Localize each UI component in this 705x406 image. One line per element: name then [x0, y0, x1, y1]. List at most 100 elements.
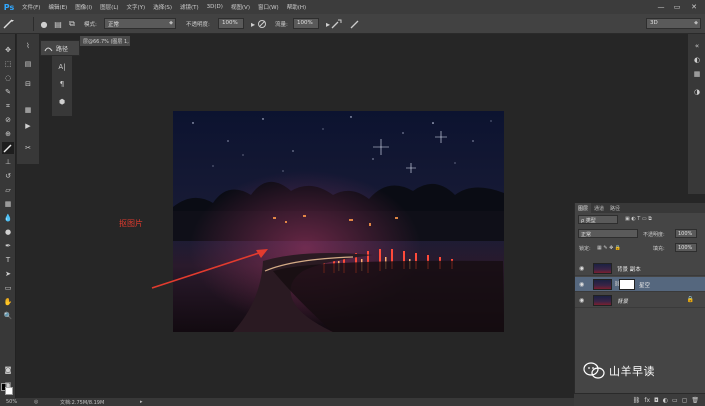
eyedropper-tool-icon[interactable]: ⊘	[2, 114, 14, 126]
menu-view[interactable]: 视图(V)	[227, 3, 254, 11]
menu-filter[interactable]: 滤镜(T)	[176, 3, 203, 11]
color-panel-icon[interactable]: ◐	[691, 54, 703, 66]
swatches-panel-icon[interactable]: ▦	[691, 68, 703, 80]
mode-select[interactable]: 正常 ◆	[104, 18, 176, 29]
options-bar: ● ▤ ⧉ 模式: 正常 ◆ 不透明度: 100% ▸ 流量: 100% ▸ 3D…	[0, 14, 705, 34]
filter-icons[interactable]: ▣ ◐ T ▭ ⧉	[625, 216, 652, 222]
workspace-select[interactable]: 3D ◆	[646, 18, 701, 29]
zoom-level[interactable]: 50%	[6, 399, 17, 405]
menu-layer[interactable]: 图层(L)	[96, 3, 122, 11]
dodge-tool-icon[interactable]: ●	[2, 226, 14, 238]
opacity-field[interactable]: 100%	[218, 18, 244, 29]
layers-panel-footer: ⛓ fx ◘ ◐ ▭ ▢ 🗑	[574, 393, 705, 406]
document-tab[interactable]: 层@66.7% (图层 1, RGB/8) *	[80, 36, 130, 46]
flow-field[interactable]: 100%	[293, 18, 319, 29]
new-layer-icon[interactable]: ▢	[682, 397, 688, 404]
link-layers-icon[interactable]: ⛓	[633, 397, 641, 404]
hand-tool-icon[interactable]: ✋	[2, 296, 14, 308]
collapse-panels-icon[interactable]: «	[691, 40, 703, 52]
paragraph-panel-icon[interactable]: ¶	[55, 78, 69, 90]
add-mask-icon[interactable]: ◘	[654, 397, 659, 404]
clone-stamp-tool-icon[interactable]: ⊥	[2, 156, 14, 168]
fill-field[interactable]: 100%	[675, 243, 697, 252]
layer-row[interactable]: ◉ 背景 🔒	[575, 293, 705, 308]
layer-opacity-label: 不透明度:	[643, 232, 665, 238]
crop-tool-icon[interactable]: ⌗	[2, 100, 14, 112]
brush-size-icon[interactable]: ●	[38, 18, 50, 30]
tab-layers[interactable]: 图层	[575, 203, 592, 213]
layer-mask-thumbnail[interactable]	[619, 279, 635, 290]
blur-tool-icon[interactable]: 💧	[2, 212, 14, 224]
gradient-tool-icon[interactable]: ▦	[2, 198, 14, 210]
visibility-eye-icon[interactable]: ◉	[579, 281, 584, 288]
menu-file[interactable]: 文件(F)	[18, 3, 44, 11]
layer-opacity-field[interactable]: 100%	[675, 229, 697, 238]
lock-icons[interactable]: ▦ ✎ ✥ 🔒	[597, 245, 621, 251]
new-group-icon[interactable]: ▭	[672, 397, 678, 404]
3d-panel-icon[interactable]: ⬢	[55, 96, 69, 108]
visibility-eye-icon[interactable]: ◉	[579, 297, 584, 304]
clone-source-panel-icon[interactable]: ⊟	[21, 78, 35, 90]
brush-presets-icon[interactable]: ⌇	[21, 40, 35, 52]
photoshop-logo: Ps	[3, 2, 15, 12]
eraser-tool-icon[interactable]: ▱	[2, 184, 14, 196]
character-panel-icon[interactable]: A|	[55, 61, 69, 73]
pressure-size-icon[interactable]	[349, 18, 361, 30]
layer-filter-select[interactable]: ρ 类型	[578, 215, 618, 224]
tool-presets-icon[interactable]: ✂	[21, 142, 35, 154]
brush-tool-icon[interactable]	[2, 142, 14, 154]
menu-select[interactable]: 选择(S)	[149, 3, 176, 11]
history-brush-tool-icon[interactable]: ↺	[2, 170, 14, 182]
character-panel-strip: A| ¶ ⬢	[52, 56, 72, 116]
quick-select-tool-icon[interactable]: ✎	[2, 86, 14, 98]
quick-mask-icon[interactable]: ◙	[2, 364, 14, 376]
paths-panel-button[interactable]: 路径	[40, 40, 80, 56]
brush-settings-icon[interactable]: ▤	[21, 58, 35, 70]
menu-image[interactable]: 图像(I)	[71, 3, 96, 11]
blend-mode-select[interactable]: 正常	[578, 229, 638, 238]
tab-channels[interactable]: 通道	[591, 203, 607, 213]
menu-3d[interactable]: 3D(D)	[203, 4, 227, 10]
right-panel-dock: « ◐ ▦ ◑	[688, 34, 705, 194]
menu-edit[interactable]: 编辑(E)	[44, 3, 71, 11]
screen-mode-icon[interactable]: ▣	[2, 379, 14, 391]
actions-panel-icon[interactable]: ▶	[21, 120, 35, 132]
close-button[interactable]: ✕	[689, 2, 699, 11]
layer-thumbnail	[593, 295, 612, 306]
lasso-tool-icon[interactable]: ◌	[2, 72, 14, 84]
brush-panel-icon[interactable]: ▤	[52, 18, 64, 30]
zoom-tool-icon[interactable]: 🔍	[2, 310, 14, 322]
tab-paths[interactable]: 路径	[607, 203, 623, 213]
menu-bar: Ps 文件(F) 编辑(E) 图像(I) 图层(L) 文字(Y) 选择(S) 滤…	[0, 0, 705, 14]
visibility-eye-icon[interactable]: ◉	[579, 265, 584, 272]
mode-label: 模式:	[84, 22, 97, 28]
layer-row-selected[interactable]: ◉ ⛓ 星空	[575, 277, 705, 292]
adjustments-panel-icon[interactable]: ◑	[691, 86, 703, 98]
history-panel-icon[interactable]: ▦	[21, 104, 35, 116]
shape-tool-icon[interactable]: ▭	[2, 282, 14, 294]
pen-tool-icon[interactable]: ✒	[2, 240, 14, 252]
layers-panel-tabs: 图层 通道 路径	[575, 203, 705, 213]
marquee-tool-icon[interactable]: ⬚	[2, 58, 14, 70]
pressure-opacity-icon[interactable]	[256, 18, 268, 30]
healing-brush-tool-icon[interactable]: ⊕	[2, 128, 14, 140]
airbrush-icon[interactable]	[330, 18, 342, 30]
menu-type[interactable]: 文字(Y)	[123, 3, 150, 11]
move-tool-icon[interactable]: ✥	[2, 44, 14, 56]
layer-name: 背景 副本	[617, 267, 641, 273]
delete-layer-icon[interactable]: 🗑	[691, 397, 699, 404]
layer-name: 背景	[617, 299, 629, 305]
menu-help[interactable]: 帮助(H)	[283, 3, 310, 11]
minimize-button[interactable]: —	[656, 2, 666, 11]
adjustment-layer-icon[interactable]: ◐	[663, 397, 668, 404]
type-tool-icon[interactable]: T	[2, 254, 14, 266]
layer-row[interactable]: ◉ 背景 副本	[575, 261, 705, 276]
brush-tool-preset-icon[interactable]	[3, 18, 15, 30]
clone-source-icon[interactable]: ⧉	[66, 18, 78, 30]
maximize-button[interactable]: ▭	[672, 2, 682, 11]
status-menu-icon[interactable]: ▸	[140, 399, 143, 405]
canvas-image	[173, 111, 504, 332]
menu-window[interactable]: 窗口(W)	[254, 3, 283, 11]
layer-style-icon[interactable]: fx	[644, 397, 650, 404]
path-select-tool-icon[interactable]: ➤	[2, 268, 14, 280]
